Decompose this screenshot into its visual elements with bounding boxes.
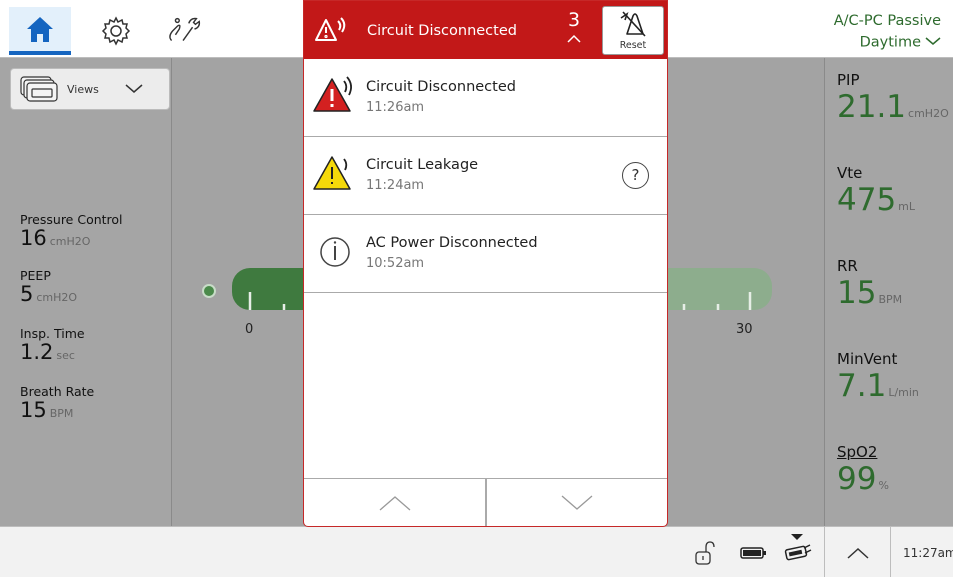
param-unit: cmH2O — [49, 235, 91, 248]
measurement-vte[interactable]: Vte 475 mL — [837, 163, 915, 224]
lock-button[interactable] — [690, 539, 718, 567]
measurement-unit: cmH2O — [908, 107, 949, 120]
views-label: Views — [67, 82, 99, 96]
measurement-label: MinVent — [837, 350, 898, 368]
chevron-down-icon — [125, 84, 143, 93]
param-value: 16 — [20, 226, 47, 250]
param-value: 15 — [20, 398, 47, 422]
param-pressure-control[interactable]: Pressure Control 16 cmH2O — [20, 212, 123, 253]
alarm-item-ac-power-disconnected[interactable]: AC Power Disconnected 10:52am — [304, 215, 667, 293]
alarm-reset-icon — [620, 11, 646, 37]
scale-max-label: 30 — [736, 322, 753, 337]
alarm-time: 10:52am — [366, 256, 425, 271]
alarm-item-circuit-leakage[interactable]: Circuit Leakage 11:24am ? — [304, 137, 667, 215]
status-divider — [824, 527, 825, 577]
measurement-rr[interactable]: RR 15 BPM — [837, 256, 902, 317]
ventilation-mode[interactable]: A/C-PC Passive Daytime — [834, 11, 941, 54]
alarm-list-nav — [304, 478, 667, 526]
left-settings-panel: Views Pressure Control 16 cmH2O PEEP 5 cmH… — [0, 58, 172, 526]
unlock-icon — [695, 541, 715, 565]
param-unit: sec — [56, 349, 75, 362]
param-value: 1.2 — [20, 340, 54, 364]
param-label: Pressure Control — [20, 212, 123, 227]
alarm-time: 11:26am — [366, 100, 425, 115]
alarm-title: Circuit Disconnected — [367, 23, 517, 39]
home-button[interactable] — [9, 7, 71, 55]
measurement-label: Vte — [837, 164, 863, 182]
param-unit: BPM — [49, 407, 74, 420]
alarm-panel: Circuit Disconnected 3 Reset Circuit Dis… — [303, 0, 668, 527]
pressure-bar-left — [232, 268, 304, 310]
status-dot — [202, 284, 216, 298]
chevron-down-icon — [561, 495, 592, 510]
measurement-unit: BPM — [878, 293, 903, 306]
alarm-item-circuit-disconnected[interactable]: Circuit Disconnected 11:26am — [304, 59, 667, 137]
scroll-down-button[interactable] — [486, 479, 667, 526]
mode-name: A/C-PC Passive — [833, 13, 941, 29]
alarm-medium-priority-icon — [313, 156, 351, 190]
status-bar: 11:27am — [0, 526, 953, 577]
measurement-unit: mL — [898, 200, 916, 213]
measurement-pip[interactable]: PIP 21.1 cmH2O — [837, 70, 949, 131]
scale-min-label: 0 — [245, 322, 254, 337]
info-icon — [320, 237, 350, 267]
plug-icon — [784, 534, 812, 561]
tools-button[interactable] — [164, 14, 204, 48]
param-insp-time[interactable]: Insp. Time 1.2 sec — [20, 326, 85, 367]
param-peep[interactable]: PEEP 5 cmH2O — [20, 268, 77, 309]
clock-time: 11:27am — [903, 546, 953, 560]
alarm-warning-icon — [315, 17, 346, 41]
help-button[interactable]: ? — [622, 162, 649, 189]
alarm-name: AC Power Disconnected — [366, 235, 538, 251]
scroll-up-button[interactable] — [304, 479, 485, 526]
home-icon — [27, 17, 53, 42]
help-icon: ? — [631, 166, 640, 184]
measurement-label: PIP — [837, 71, 860, 89]
measurement-label: SpO2 — [837, 443, 878, 461]
measurement-label: RR — [837, 257, 858, 275]
alarm-time: 11:24am — [366, 178, 425, 193]
settings-button[interactable] — [96, 14, 136, 48]
param-breath-rate[interactable]: Breath Rate 15 BPM — [20, 384, 94, 425]
caret-up-icon — [567, 34, 581, 43]
param-unit: cmH2O — [36, 291, 78, 304]
param-label: Breath Rate — [20, 384, 95, 399]
pressure-bar-right — [666, 268, 772, 310]
measurement-value: 99 — [837, 461, 877, 497]
measurement-value: 21.1 — [837, 89, 907, 125]
battery-icon — [740, 547, 766, 559]
chevron-down-icon — [925, 32, 941, 53]
measurement-unit: L/min — [888, 386, 919, 399]
measurements-panel: PIP 21.1 cmH2O Vte 475 mL RR 15 BPM MinVent… — [824, 58, 953, 526]
views-dropdown[interactable]: Views — [10, 68, 170, 110]
measurement-value: 475 — [837, 182, 897, 218]
status-divider — [890, 527, 891, 577]
settings-gear-icon — [101, 16, 131, 46]
alarm-header[interactable]: Circuit Disconnected 3 Reset — [304, 1, 667, 59]
battery-status[interactable] — [738, 543, 770, 563]
alarm-count: 3 — [567, 9, 581, 31]
param-label: PEEP — [20, 268, 51, 283]
chevron-up-icon — [847, 547, 869, 559]
chevron-up-icon — [379, 496, 410, 511]
alarm-high-priority-icon — [313, 76, 352, 112]
tools-icon — [169, 17, 201, 42]
measurement-value: 15 — [837, 275, 877, 311]
alarm-reset-button[interactable]: Reset — [602, 6, 664, 55]
power-status[interactable] — [780, 531, 814, 571]
measurement-value: 7.1 — [837, 368, 887, 404]
schedule-label: Daytime — [859, 34, 921, 51]
measurement-spo2[interactable]: SpO2 99% — [837, 442, 889, 503]
reset-label: Reset — [619, 40, 647, 51]
alarm-name: Circuit Disconnected — [366, 79, 516, 95]
views-stack-icon — [20, 76, 58, 102]
measurement-unit: % — [878, 479, 889, 492]
alarm-name: Circuit Leakage — [366, 157, 479, 173]
param-label: Insp. Time — [20, 326, 85, 341]
expand-button[interactable] — [838, 539, 878, 567]
measurement-minvent[interactable]: MinVent 7.1 L/min — [837, 349, 919, 410]
param-value: 5 — [20, 282, 34, 306]
